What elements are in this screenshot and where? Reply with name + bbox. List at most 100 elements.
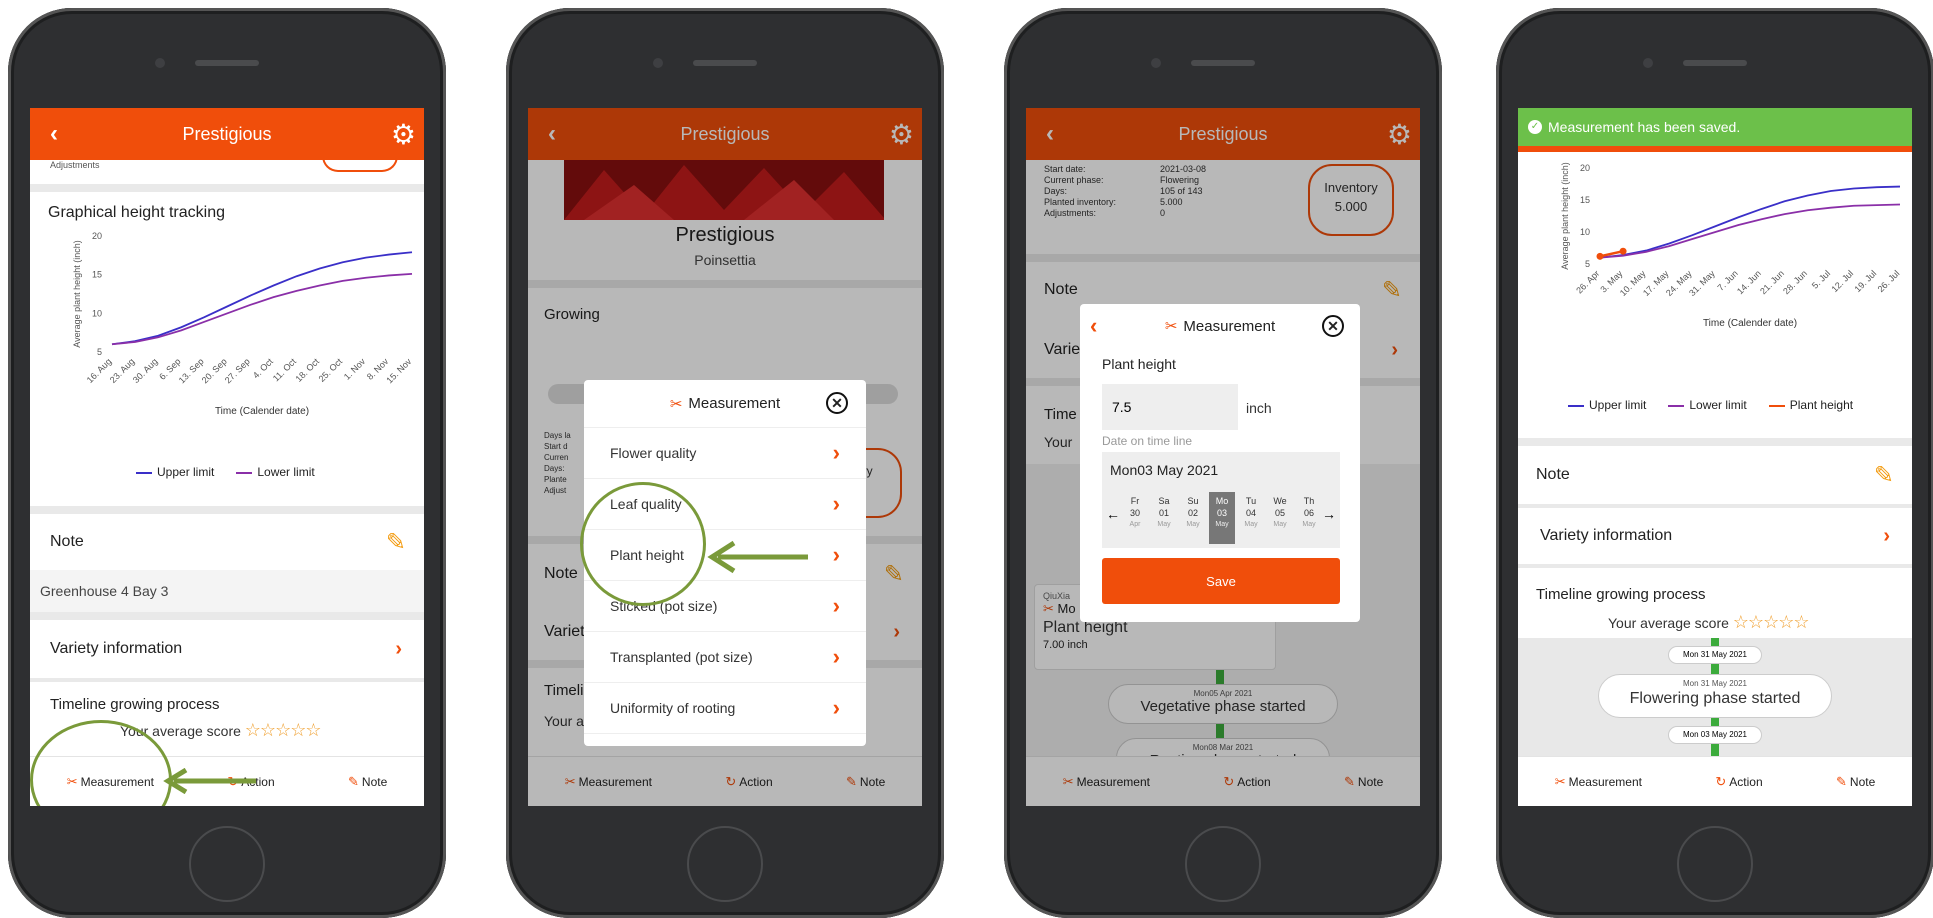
field-label: Plant height [1102,356,1176,372]
camera [1151,58,1161,68]
x-tick-label: 27. Sep [223,356,252,385]
day-mon: May [1244,521,1258,528]
day-cell[interactable]: Sa 01 May [1151,492,1177,544]
average-score: Your average score ☆☆☆☆☆ [1608,612,1810,632]
height-chart: 510152016. Aug23. Aug30. Aug6. Sep13. Se… [72,231,414,417]
menu-item-label: Flower quality [610,445,697,461]
day-day: 04 [1245,508,1256,518]
home-button[interactable] [687,826,763,902]
arrow-right-icon[interactable]: → [1322,506,1336,522]
x-tick-label: 26. Apr [1574,268,1601,295]
phone-2: Prestigious Poinsettia Growing Days la St… [506,8,944,918]
page-title: Prestigious [182,123,272,144]
arrow-left-icon[interactable]: ← [1106,506,1120,522]
x-tick-label: 28. Jun [1781,268,1809,296]
star-rating[interactable]: ☆☆☆☆☆ [1733,612,1810,632]
menu-item[interactable]: Uniformity of rooting › [584,683,866,734]
day-cell[interactable]: We 05 May [1267,492,1293,544]
screen-2: Prestigious Poinsettia Growing Days la St… [528,108,922,806]
menu-item-label: Transplanted (pot size) [610,649,753,665]
chevron-right-icon: › [832,542,840,567]
variety-info-row[interactable]: Variety information › [1518,508,1912,564]
x-tick-label: 16. Aug [85,356,114,385]
save-button[interactable]: Save [1102,558,1340,604]
day-mon: May [1302,521,1316,528]
plant-height-input[interactable] [1102,384,1238,430]
home-button[interactable] [1677,826,1753,902]
legend-lower: Lower limit [236,465,315,479]
day-cell[interactable]: Fr 30 Apr [1122,492,1148,544]
adjustments-label: Adjustments [50,160,100,170]
day-day: 06 [1303,508,1314,518]
star-rating[interactable]: ☆☆☆☆☆ [245,720,322,740]
info-snippet: Adjustments [30,150,424,184]
modal-header: ✂ Measurement ✕ [584,380,866,428]
tab-note[interactable]: ✎ Note [1836,774,1875,790]
x-tick-label: 18. Oct [294,356,322,384]
day-cell[interactable]: Mo 03 May [1209,492,1235,544]
close-icon[interactable]: ✕ [1322,315,1344,337]
menu-item[interactable]: Flower quality › [584,428,866,479]
pencil-icon[interactable]: ✎ [1874,461,1894,490]
y-tick-label: 15 [1580,195,1590,205]
close-icon[interactable]: ✕ [826,392,848,414]
app-header: ‹ Prestigious ⚙ [30,108,424,160]
check-icon: ✓ [1528,120,1542,134]
day-dow: Su [1187,496,1199,506]
y-axis-label: Average plant height (inch) [72,240,82,347]
legend-upper: Upper limit [136,465,214,479]
tab-measurement[interactable]: ✂ Measurement [1555,774,1642,790]
speaker [693,60,757,66]
screen-3: Start date: 2021-03-08 Current phase: Flowe… [1026,108,1420,806]
modal-header: ‹ ✂ Measurement ✕ [1080,304,1360,348]
x-tick-label: 19. Jul [1853,268,1879,294]
y-tick-label: 20 [1580,163,1590,173]
day-cell[interactable]: Th 06 May [1296,492,1322,544]
note-row[interactable]: Note ✎ [30,514,424,570]
note-label: Note [50,533,84,550]
y-tick-label: 10 [92,308,102,318]
day-dow: Fr [1130,496,1140,506]
tab-note[interactable]: ✎ Note [348,774,387,790]
note-row[interactable]: Note ✎ [1518,446,1912,504]
height-chart: 510152026. Apr3. May10. May17. May24. Ma… [1560,162,1901,329]
data-point [1596,252,1604,260]
plant-height-modal: ‹ ✂Measurement ✕ Plant height inch Date … [1080,304,1360,622]
back-arrow-icon[interactable]: ‹ [1090,313,1097,339]
timeline-event-flowering[interactable]: Mon 31 May 2021 Flowering phase started [1598,674,1832,718]
x-tick-label: 14. Jun [1735,268,1763,296]
data-point [1619,247,1627,255]
day-dow: Th [1303,496,1315,506]
day-mon: May [1157,521,1171,528]
day-day: 03 [1216,508,1227,518]
home-button[interactable] [189,826,265,902]
day-mon: May [1186,521,1200,528]
x-tick-label: 12. Jul [1829,268,1855,294]
arrow-annotation [163,768,256,794]
day-day: 05 [1274,508,1285,518]
day-cell[interactable]: Su 02 May [1180,492,1206,544]
ruler-icon: ✂ [669,395,683,413]
x-tick-label: 21. Jun [1758,268,1786,296]
day-cell[interactable]: Tu 04 May [1238,492,1264,544]
chevron-right-icon: › [1883,524,1890,547]
gear-icon[interactable]: ⚙ [391,118,416,151]
y-tick-label: 20 [92,231,102,241]
tab-action[interactable]: ↻Action [1715,774,1762,790]
menu-item[interactable]: Transplanted (pot size) › [584,632,866,683]
refresh-icon: ↻ [1715,773,1727,789]
chevron-right-icon: › [832,491,840,516]
variety-info-label: Variety information [50,640,183,657]
chart-legend: Upper limit Lower limit [136,465,315,479]
home-button[interactable] [1185,826,1261,902]
pencil-icon: ✎ [348,773,359,789]
back-arrow-icon[interactable]: ‹ [50,120,58,148]
success-toast: ✓ Measurement has been saved. [1518,108,1912,152]
speaker [1191,60,1255,66]
day-dow: Tu [1245,496,1257,506]
ruler-icon: ✂ [1164,318,1178,335]
pencil-icon[interactable]: ✎ [386,528,406,557]
chart-legend: Upper limit Lower limit Plant height [1568,398,1853,412]
variety-info-row[interactable]: Variety information › [30,620,424,678]
day-strip: Fr 30 Apr Sa 01 May Su 02 May Mo 03 May Tu 04 May We 05 M… [1122,492,1322,544]
